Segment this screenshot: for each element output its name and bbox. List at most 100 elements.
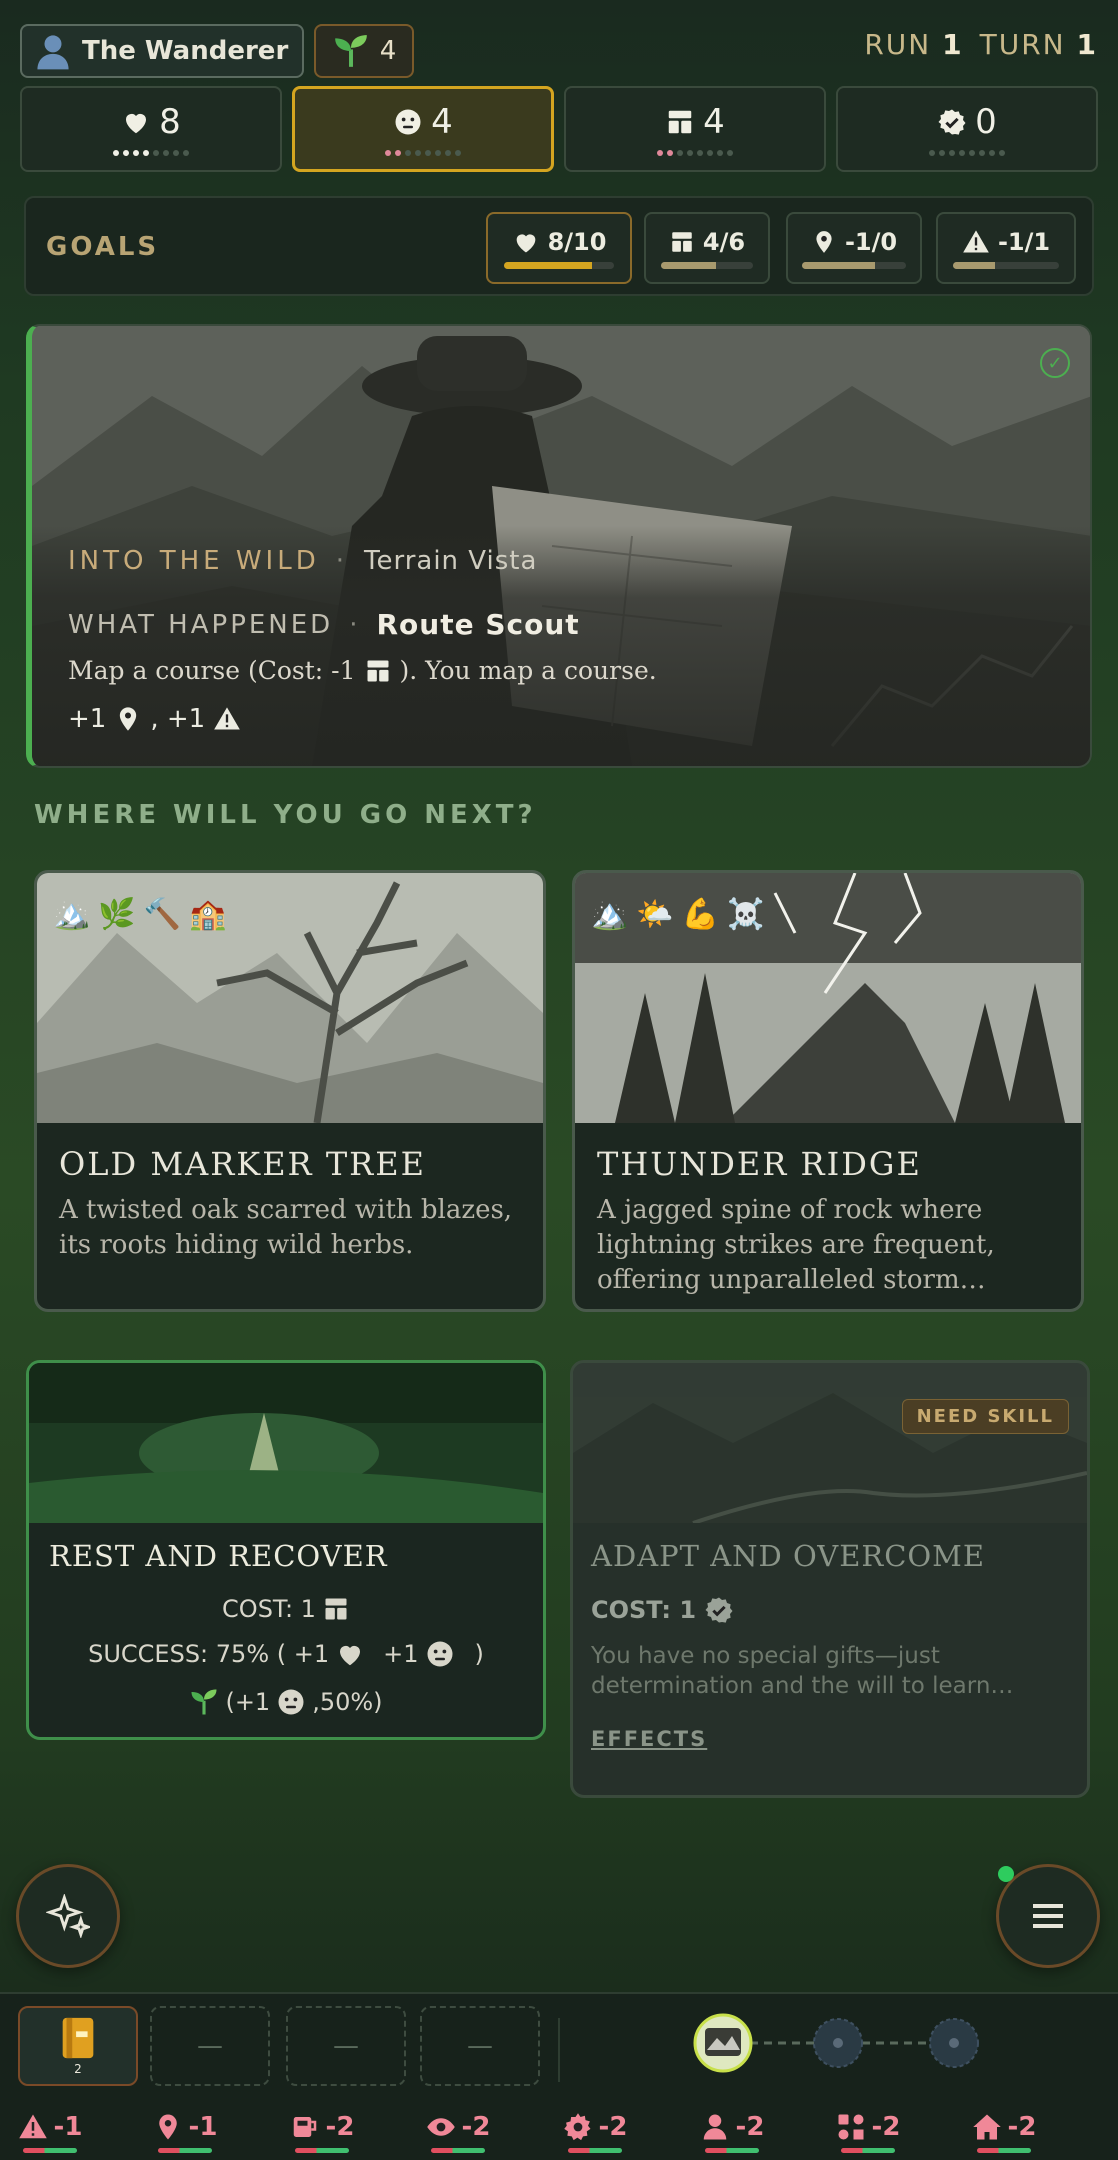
action-card-adapt-and-overcome[interactable]: NEED SKILL ADAPT AND OVERCOME COST: 1 Yo…: [570, 1360, 1090, 1798]
resource-social-value: -2: [735, 2112, 765, 2142]
school-icon: 🏫: [189, 897, 227, 932]
goals-label: GOALS: [46, 232, 160, 262]
action-description: You have no special gifts—just determina…: [591, 1643, 1014, 1699]
resource-location[interactable]: -1: [125, 2112, 245, 2153]
strength-icon: 💪: [681, 897, 720, 932]
valley-illustration: [573, 1363, 1087, 1523]
resource-shelter[interactable]: -2: [944, 2112, 1064, 2153]
gear-icon: [563, 2112, 593, 2142]
run-turn-indicator: RUN 1 TURN 1: [864, 28, 1098, 61]
action-title: ADAPT AND OVERCOME: [591, 1539, 986, 1573]
resource-misc-value: -2: [871, 2112, 901, 2142]
warning-icon: [18, 2112, 48, 2142]
goal-location[interactable]: -1/0: [786, 212, 922, 284]
goal-danger[interactable]: -1/1: [936, 212, 1076, 284]
event-outcome-name: Route Scout: [376, 608, 580, 641]
goal-health[interactable]: 8/10: [486, 212, 632, 284]
herb-icon: 🌿: [98, 897, 136, 932]
empty-slot-dash: —: [197, 2031, 223, 2061]
stat-mood-dots: [385, 150, 461, 156]
eye-icon: [426, 2112, 456, 2142]
goal-supplies[interactable]: 4/6: [644, 212, 770, 284]
need-skill-badge: NEED SKILL: [901, 1399, 1069, 1434]
event-category: INTO THE WILD: [68, 546, 320, 576]
reward-danger-value: , +1: [150, 704, 206, 734]
badge-check-icon: [937, 107, 967, 137]
action-cost: COST: 1: [591, 1595, 734, 1625]
stat-health-value: 8: [159, 102, 181, 142]
action-success: SUCCESS: 75% ( +1 +1 ): [29, 1639, 543, 1669]
resource-danger-value: -1: [53, 2112, 83, 2142]
supplies-icon: [364, 657, 392, 685]
bottom-divider: [558, 2018, 560, 2082]
resource-social[interactable]: -2: [672, 2112, 792, 2153]
action-cost: COST: 1: [29, 1595, 543, 1623]
check-icon: ✓: [1040, 348, 1070, 378]
resource-perception[interactable]: -2: [398, 2112, 518, 2153]
goal-location-value: -1/0: [844, 227, 898, 256]
goal-supplies-value: 4/6: [702, 227, 746, 256]
event-result-card: ✓ INTO THE WILD · Terrain Vista WHAT HAP…: [26, 324, 1092, 768]
seed-bonus-post: ,50%): [312, 1688, 383, 1716]
supplies-icon: [669, 229, 695, 255]
seed-count: 4: [379, 36, 397, 66]
inventory-slot-empty[interactable]: —: [420, 2006, 540, 2086]
action-cost-label: COST: 1: [591, 1596, 697, 1624]
run-label: RUN: [864, 28, 932, 61]
special-ability-button[interactable]: [16, 1864, 120, 1968]
location-card-old-marker-tree[interactable]: 🏔️ 🌿 🔨 🏫 OLD MARKER TREE A twisted oak s…: [34, 870, 546, 1312]
reward-location-value: +1: [68, 704, 107, 734]
what-happened-label: WHAT HAPPENED: [68, 609, 334, 640]
sprout-icon: [332, 32, 370, 70]
event-description-post: ). You map a course.: [399, 656, 657, 685]
stat-supplies[interactable]: 4: [564, 86, 826, 172]
run-value: 1: [942, 28, 964, 61]
resource-perception-value: -2: [461, 2112, 491, 2142]
inventory-slot-empty[interactable]: —: [286, 2006, 406, 2086]
resource-craft[interactable]: -2: [535, 2112, 655, 2153]
badge-check-icon: [704, 1595, 734, 1625]
stat-mood[interactable]: 4: [292, 86, 554, 172]
effects-link[interactable]: EFFECTS: [591, 1727, 707, 1751]
location-card-thunder-ridge[interactable]: 🏔️ 🌤️ 💪 ☠️ THUNDER RIDGE A jagged spine …: [572, 870, 1084, 1312]
stat-skills[interactable]: 0: [836, 86, 1098, 172]
turn-value: 1: [1076, 28, 1098, 61]
stat-health[interactable]: 8: [20, 86, 282, 172]
neutral-face-icon: [276, 1687, 306, 1717]
seed-bonus-pre: (+1: [225, 1688, 271, 1716]
resource-location-value: -1: [188, 2112, 218, 2142]
success-label: SUCCESS: 75% ( +1: [88, 1640, 330, 1668]
stat-health-dots: [113, 150, 189, 156]
goal-location-bar: [802, 261, 906, 269]
seed-counter-button[interactable]: 4: [314, 24, 414, 78]
skull-icon: ☠️: [727, 897, 765, 932]
location-description: A twisted oak scarred with blazes, its r…: [59, 1195, 513, 1260]
sparkle-icon: [46, 1894, 90, 1938]
shapes-icon: [836, 2112, 866, 2142]
goal-danger-value: -1/1: [997, 227, 1051, 256]
resource-craft-value: -2: [598, 2112, 628, 2142]
next-destination-title: WHERE WILL YOU GO NEXT?: [34, 800, 537, 830]
event-outcome-line: WHAT HAPPENED · Route Scout: [68, 608, 580, 641]
action-card-rest-and-recover[interactable]: REST AND RECOVER COST: 1 SUCCESS: 75% ( …: [26, 1360, 546, 1740]
empty-slot-dash: —: [333, 2031, 359, 2061]
neutral-face-icon: [425, 1639, 455, 1669]
mountain-icon: 🏔️: [591, 897, 629, 932]
location-title: OLD MARKER TREE: [59, 1145, 426, 1183]
stat-mood-value: 4: [431, 102, 453, 142]
heart-icon: [335, 1639, 365, 1669]
resource-danger[interactable]: -1: [0, 2112, 110, 2153]
inventory-slot-journal[interactable]: 2: [18, 2006, 138, 2086]
player-name: The Wanderer: [82, 36, 289, 66]
inventory-slot-empty[interactable]: —: [150, 2006, 270, 2086]
action-seed-bonus: (+1 ,50%): [29, 1687, 543, 1717]
resource-supplies[interactable]: -2: [262, 2112, 382, 2153]
hammer-icon: 🔨: [143, 897, 182, 932]
goal-supplies-bar: [661, 261, 753, 269]
location-tags: 🏔️ 🌤️ 💪 ☠️: [591, 897, 764, 932]
resource-supplies-value: -2: [325, 2112, 355, 2142]
player-profile-button[interactable]: The Wanderer: [20, 24, 304, 78]
resource-misc[interactable]: -2: [808, 2112, 928, 2153]
stat-supplies-dots: [657, 150, 733, 156]
location-tags: 🏔️ 🌿 🔨 🏫: [53, 897, 226, 932]
